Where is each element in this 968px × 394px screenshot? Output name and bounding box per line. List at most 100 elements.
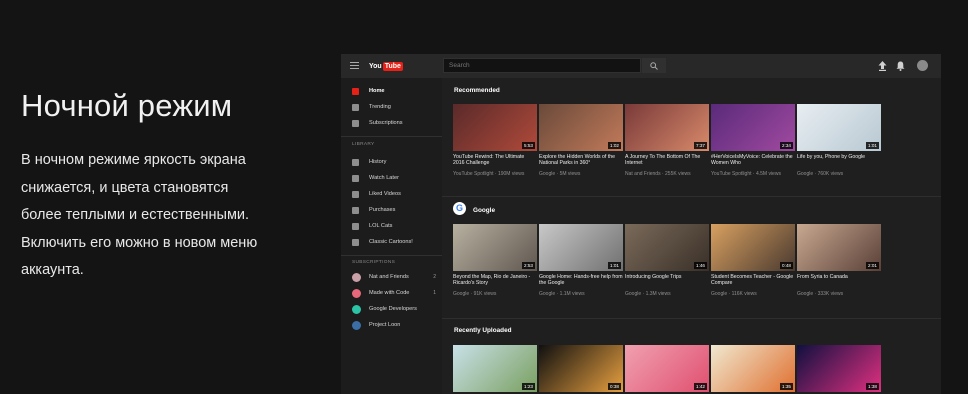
sidebar-item-watch-later[interactable]: Watch Later [341, 171, 442, 187]
new-video-count: 1 [433, 290, 436, 296]
video-duration: 1:23 [522, 383, 535, 390]
thumbs-up-icon [352, 191, 359, 198]
channel-avatar [352, 273, 361, 282]
video-duration: 1:02 [608, 142, 621, 149]
home-icon [352, 88, 359, 95]
video-duration: 2:01 [866, 262, 879, 269]
video-duration: 1:46 [694, 262, 707, 269]
section-title-recommended: Recommended [454, 87, 500, 94]
clock-icon [352, 175, 359, 182]
youtube-dark-mode-screenshot: You Tube Search Home Trending Subscripti… [341, 54, 941, 394]
youtube-logo[interactable]: You Tube [369, 61, 403, 71]
sidebar-item-label: Nat and Friends [369, 274, 409, 280]
sidebar-item-home[interactable]: Home [341, 84, 442, 100]
search-button[interactable] [642, 58, 666, 73]
sidebar-item-label: Subscriptions [369, 120, 403, 126]
video-meta: YouTube Spotlight · 4.5M views [711, 171, 781, 177]
new-video-count: 2 [433, 274, 436, 280]
video-title[interactable]: Beyond the Map, Rio de Janeiro - Ricardo… [453, 274, 537, 287]
video-title[interactable]: Google Home: Hands-free help from the Go… [539, 274, 623, 287]
logo-you: You [369, 62, 382, 70]
hamburger-menu-icon[interactable] [350, 62, 359, 69]
promo-description: В ночном режиме яркость экрана снижается… [21, 147, 321, 285]
video-meta: Google · 91K views [453, 291, 497, 297]
video-duration: 7:37 [694, 142, 707, 149]
video-title[interactable]: Student Becomes Teacher - Google Compare [711, 274, 795, 287]
video-thumbnail[interactable]: 1:35 [711, 345, 795, 392]
video-duration: 1:38 [866, 383, 879, 390]
sidebar-item-label: Made with Code [369, 290, 410, 296]
video-thumbnail[interactable]: 5:53 [453, 104, 537, 151]
video-duration: 1:42 [694, 383, 707, 390]
sidebar-item-trending[interactable]: Trending [341, 100, 442, 116]
video-title[interactable]: From Syria to Canada [797, 274, 881, 280]
library-header: LIBRARY [352, 142, 375, 147]
video-thumbnail[interactable]: 0:38 [539, 345, 623, 392]
search-input[interactable]: Search [443, 58, 641, 73]
video-title[interactable]: A Journey To The Bottom Of The Internet [625, 154, 709, 167]
video-duration: 1:01 [866, 142, 879, 149]
main-feed: Recommended 5:53 YouTube Rewind: The Ulti… [442, 78, 941, 394]
channel-avatar [352, 289, 361, 298]
sidebar-item-label: Classic Cartoons! [369, 239, 413, 245]
sidebar-item-lol-cats[interactable]: LOL Cats [341, 219, 442, 235]
sidebar-subscription-nat-and-friends[interactable]: Nat and Friends 2 [341, 270, 442, 286]
section-divider [442, 196, 941, 197]
google-channel-logo[interactable]: G [453, 202, 466, 215]
sidebar-item-label: Google Developers [369, 306, 417, 312]
video-meta: Google · 116K views [711, 291, 757, 297]
logo-tube: Tube [382, 61, 403, 71]
video-thumbnail[interactable]: 1:02 [539, 104, 623, 151]
sidebar-item-classic-cartoons[interactable]: Classic Cartoons! [341, 235, 442, 251]
subscriptions-icon [352, 120, 359, 127]
video-thumbnail[interactable]: 1:01 [797, 104, 881, 151]
video-title[interactable]: #HerVoiceIsMyVoice: Celebrate the Women … [711, 154, 795, 167]
sidebar-item-history[interactable]: History [341, 155, 442, 171]
video-duration: 2:34 [780, 142, 793, 149]
upload-icon[interactable] [878, 61, 887, 71]
promo-line: Включить его можно в новом меню [21, 234, 258, 251]
sidebar-item-subscriptions[interactable]: Subscriptions [341, 116, 442, 132]
playlist-icon [352, 223, 359, 230]
video-title[interactable]: Introducing Google Trips [625, 274, 709, 280]
subscriptions-header: SUBSCRIPTIONS [352, 260, 396, 265]
sidebar-subscription-google-developers[interactable]: Google Developers [341, 302, 442, 318]
video-duration: 0:38 [608, 383, 621, 390]
video-title[interactable]: YouTube Rewind: The Ultimate 2016 Challe… [453, 154, 537, 167]
video-thumbnail[interactable]: 1:38 [797, 345, 881, 392]
sidebar-item-label: History [369, 159, 387, 165]
video-thumbnail[interactable]: 1:42 [625, 345, 709, 392]
sidebar-subscription-project-loon[interactable]: Project Loon [341, 318, 442, 334]
sidebar-item-purchases[interactable]: Purchases [341, 203, 442, 219]
video-thumbnail[interactable]: 0:48 [711, 224, 795, 271]
sidebar-item-label: LOL Cats [369, 223, 393, 229]
sidebar-subscription-made-with-code[interactable]: Made with Code 1 [341, 286, 442, 302]
video-thumbnail[interactable]: 2:01 [797, 224, 881, 271]
notifications-bell-icon[interactable] [896, 61, 905, 71]
top-bar: You Tube Search [341, 54, 941, 78]
video-title[interactable]: Life by you, Phone by Google [797, 154, 881, 160]
sidebar-item-label: Project Loon [369, 322, 401, 328]
account-avatar[interactable] [917, 60, 928, 71]
channel-avatar [352, 321, 361, 330]
tag-icon [352, 207, 359, 214]
video-thumbnail[interactable]: 2:53 [453, 224, 537, 271]
channel-avatar [352, 305, 361, 314]
video-duration: 1:35 [780, 383, 793, 390]
video-meta: Nat and Friends · 255K views [625, 171, 691, 177]
sidebar: Home Trending Subscriptions LIBRARY Hist… [341, 78, 442, 394]
sidebar-item-liked-videos[interactable]: Liked Videos [341, 187, 442, 203]
video-thumbnail[interactable]: 1:23 [453, 345, 537, 392]
video-thumbnail[interactable]: 1:01 [539, 224, 623, 271]
sidebar-divider [341, 136, 442, 137]
sidebar-item-label: Watch Later [369, 175, 399, 181]
promo-line: снижается, и цвета становятся [21, 179, 229, 196]
section-title-google[interactable]: Google [473, 207, 495, 214]
video-meta: Google · 1.3M views [625, 291, 671, 297]
sidebar-item-label: Liked Videos [369, 191, 401, 197]
video-thumbnail[interactable]: 1:46 [625, 224, 709, 271]
sidebar-item-label: Purchases [369, 207, 396, 213]
video-thumbnail[interactable]: 7:37 [625, 104, 709, 151]
video-title[interactable]: Explore the Hidden Worlds of the Nationa… [539, 154, 623, 167]
video-thumbnail[interactable]: 2:34 [711, 104, 795, 151]
